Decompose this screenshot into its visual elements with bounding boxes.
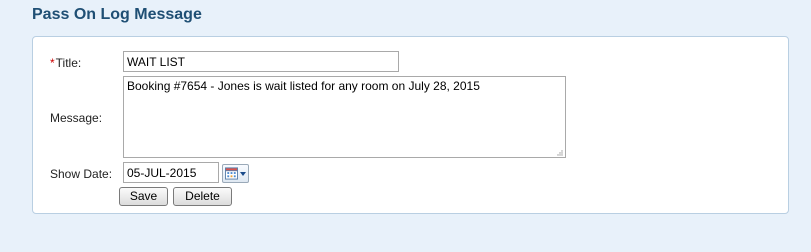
message-label: Message: <box>50 111 103 125</box>
delete-button[interactable]: Delete <box>173 187 232 206</box>
log-message-form-panel: *Title: Message: Booking #7654 - Jones i… <box>32 36 789 214</box>
chevron-down-icon <box>240 171 246 176</box>
save-button[interactable]: Save <box>119 187 168 206</box>
title-label-text: Title: <box>55 56 82 70</box>
required-marker: * <box>50 56 55 70</box>
title-input[interactable] <box>123 51 399 72</box>
calendar-picker-button[interactable] <box>222 164 249 183</box>
resize-grip-icon[interactable] <box>555 148 563 156</box>
calendar-icon <box>225 167 238 180</box>
show-date-input[interactable] <box>123 162 219 183</box>
show-date-label: Show Date: <box>50 167 113 181</box>
message-textarea[interactable]: Booking #7654 - Jones is wait listed for… <box>123 76 566 158</box>
title-label: *Title: <box>50 56 81 70</box>
page-title: Pass On Log Message <box>32 6 202 23</box>
